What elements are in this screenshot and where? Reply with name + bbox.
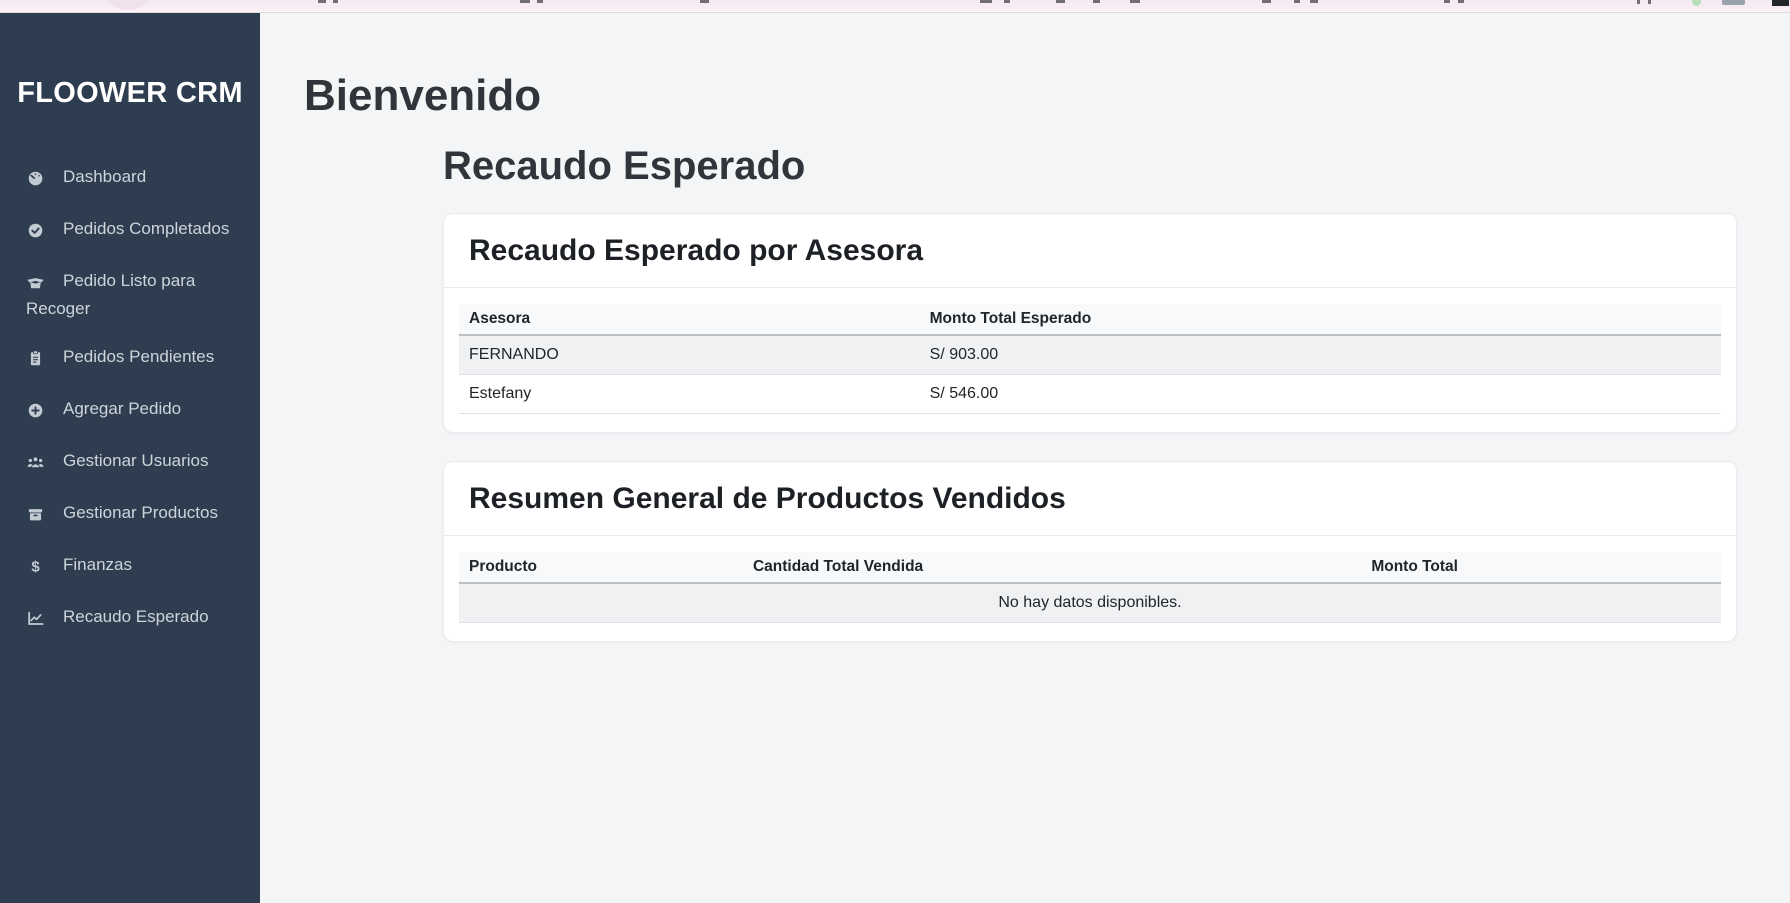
browser-toolbar-fragment (520, 0, 530, 3)
browser-toolbar-fragment (1004, 0, 1010, 3)
browser-toolbar-fragment (1056, 0, 1065, 3)
browser-toolbar-fragment (1648, 0, 1651, 4)
column-header: Cantidad Total Vendida (743, 552, 1361, 583)
browser-toolbar-fragment (333, 0, 338, 3)
sidebar-item-gestionar-productos[interactable]: Gestionar Productos (0, 489, 260, 541)
clipboard-icon (26, 349, 46, 373)
browser-toolbar-fragment (700, 0, 709, 3)
browser-toolbar-fragment (1130, 0, 1140, 3)
browser-toolbar (0, 0, 1790, 13)
sidebar-item-label: Recaudo Esperado (63, 607, 209, 626)
sidebar-item-label: Pedidos Pendientes (63, 347, 214, 366)
productos-table: ProductoCantidad Total VendidaMonto Tota… (459, 552, 1721, 623)
brand-title: FLOOWER CRM (0, 13, 260, 111)
page-title: Recaudo Esperado (443, 143, 1737, 189)
column-header: Asesora (459, 304, 920, 335)
card-title: Recaudo Esperado por Asesora (444, 214, 1736, 288)
column-header: Monto Total (1361, 552, 1721, 583)
browser-toolbar-fragment (1310, 0, 1318, 3)
box-icon (26, 505, 46, 529)
sidebar-item-recaudo-esperado[interactable]: Recaudo Esperado (0, 593, 260, 645)
sidebar-nav: Dashboard Pedidos Completados Pedido Lis… (0, 153, 260, 645)
browser-toolbar-fragment (1458, 0, 1464, 3)
sidebar-item-pedido-listo-para-recoger[interactable]: Pedido Listo para Recoger (0, 257, 260, 333)
check-circle-icon (26, 221, 46, 245)
empty-table-row: No hay datos disponibles. (459, 583, 1721, 623)
sidebar-item-label: Agregar Pedido (63, 399, 181, 418)
card-resumen-productos: Resumen General de Productos Vendidos Pr… (443, 461, 1737, 642)
sidebar-item-finanzas[interactable]: $ Finanzas (0, 541, 260, 593)
dashboard-gauge-icon (26, 169, 46, 193)
browser-toolbar-pill-fragment (1722, 0, 1745, 5)
browser-status-dot (1692, 0, 1701, 6)
card-title: Resumen General de Productos Vendidos (444, 462, 1736, 536)
table-cell: FERNANDO (459, 335, 920, 375)
sidebar-item-label: Finanzas (63, 555, 132, 574)
empty-message: No hay datos disponibles. (459, 583, 1721, 623)
sidebar-item-pedidos-completados[interactable]: Pedidos Completados (0, 205, 260, 257)
table-cell: Estefany (459, 375, 920, 414)
table-cell: S/ 546.00 (920, 375, 1721, 414)
browser-toolbar-fragment (1637, 0, 1640, 4)
sidebar-item-label: Gestionar Productos (63, 503, 218, 522)
table-row: FERNANDOS/ 903.00 (459, 335, 1721, 375)
browser-toolbar-fragment (537, 0, 543, 3)
sidebar-item-gestionar-usuarios[interactable]: Gestionar Usuarios (0, 437, 260, 489)
browser-toolbar-fragment (1093, 0, 1100, 3)
dollar-icon: $ (26, 557, 46, 581)
main-content: Bienvenido Recaudo Esperado Recaudo Espe… (260, 13, 1790, 903)
sidebar-item-label: Dashboard (63, 167, 146, 186)
asesora-table: AsesoraMonto Total Esperado FERNANDOS/ 9… (459, 304, 1721, 414)
chart-line-icon (26, 609, 46, 633)
sidebar-item-agregar-pedido[interactable]: Agregar Pedido (0, 385, 260, 437)
users-icon (26, 453, 46, 477)
sidebar-item-label: Gestionar Usuarios (63, 451, 209, 470)
sidebar-item-pedidos-pendientes[interactable]: Pedidos Pendientes (0, 333, 260, 385)
sidebar-item-label: Pedidos Completados (63, 219, 229, 238)
svg-text:$: $ (31, 559, 40, 576)
table-row: EstefanyS/ 546.00 (459, 375, 1721, 414)
browser-toolbar-circle-fragment (103, 0, 153, 10)
sidebar-item-label: Pedido Listo para Recoger (26, 271, 195, 318)
welcome-title: Bienvenido (304, 71, 1790, 121)
column-header: Producto (459, 552, 743, 583)
browser-window-control-fragment (1772, 0, 1789, 6)
sidebar: FLOOWER CRM Dashboard Pedidos Completado… (0, 13, 260, 903)
table-cell: S/ 903.00 (920, 335, 1721, 375)
browser-toolbar-fragment (1294, 0, 1300, 3)
box-open-icon (26, 273, 46, 297)
browser-toolbar-fragment (1444, 0, 1450, 3)
browser-toolbar-fragment (980, 0, 992, 3)
sidebar-item-dashboard[interactable]: Dashboard (0, 153, 260, 205)
column-header: Monto Total Esperado (920, 304, 1721, 335)
browser-toolbar-fragment (1262, 0, 1271, 3)
browser-toolbar-fragment (318, 0, 326, 3)
plus-circle-icon (26, 401, 46, 425)
card-recaudo-por-asesora: Recaudo Esperado por Asesora AsesoraMont… (443, 213, 1737, 433)
